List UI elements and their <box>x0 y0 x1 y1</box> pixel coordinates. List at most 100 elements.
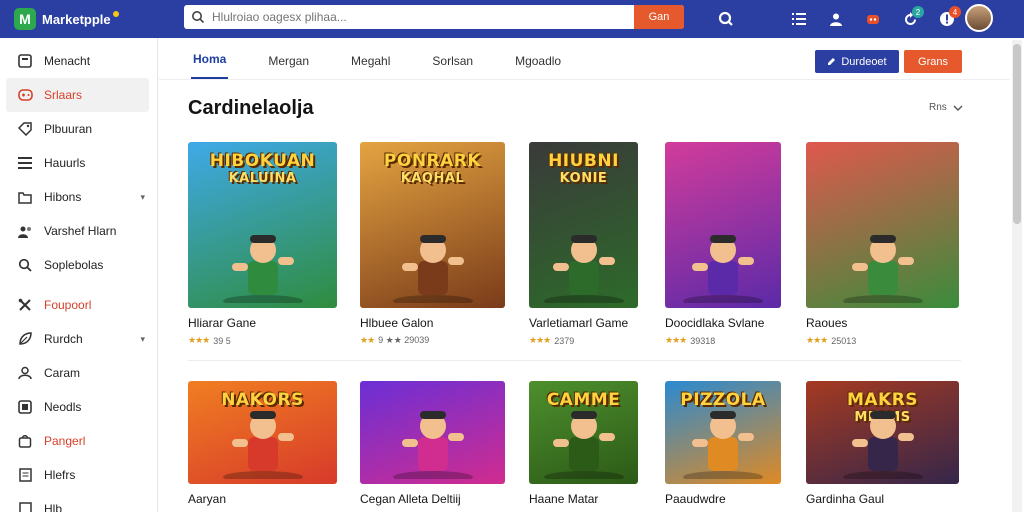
primary-action-button[interactable]: Durdeoet <box>815 50 899 73</box>
sidebar-item[interactable]: Plbuuran <box>0 112 157 146</box>
thumbnail-title-text: HIBOKUAN <box>209 151 316 171</box>
game-thumbnail[interactable]: HIBOKUAN KALUINA <box>188 142 337 308</box>
top-icon-bar: 2 4 <box>712 0 970 38</box>
game-title[interactable]: Varletiamarl Game <box>529 316 638 330</box>
game-card[interactable]: HIBOKUAN KALUINA Hliarar Gane ★★★ 39 5 <box>188 142 337 346</box>
sidebar-item[interactable]: Pangerl <box>0 424 157 458</box>
chevron-down-icon[interactable]: ▾ <box>140 334 145 345</box>
tab[interactable]: Megahl <box>349 54 392 79</box>
scrollbar[interactable] <box>1012 40 1022 512</box>
game-title[interactable]: Gardinha Gaul <box>806 492 959 506</box>
game-card[interactable]: Cegan Alleta Deltiij <box>360 381 505 506</box>
sidebar-item[interactable]: Menacht <box>0 44 157 78</box>
user-icon[interactable] <box>822 5 850 33</box>
game-card[interactable]: HIUBNI KONIE Varletiamarl Game ★★★ 2379 <box>529 142 638 346</box>
sidebar-item-label: Plbuuran <box>44 122 93 136</box>
bell-icon[interactable]: 4 <box>933 5 961 33</box>
chevron-down-icon[interactable]: ▾ <box>140 192 145 203</box>
game-title[interactable]: Cegan Alleta Deltiij <box>360 492 505 506</box>
game-character-art <box>838 223 928 308</box>
game-title[interactable]: Haane Matar <box>529 492 638 506</box>
tab[interactable]: Mgoadlo <box>513 54 563 79</box>
game-card[interactable]: PIZZOLA Paaudwdre <box>665 381 781 506</box>
sort-dropdown[interactable]: Rns <box>929 102 963 113</box>
sidebar-item[interactable]: Foupoorl <box>0 288 157 322</box>
game-thumbnail[interactable] <box>665 142 781 308</box>
edit-icon <box>828 58 836 65</box>
game-title[interactable]: Hliarar Gane <box>188 316 337 330</box>
secondary-action-button[interactable]: Grans <box>904 50 962 73</box>
sidebar-item[interactable]: Srlaars <box>6 78 149 112</box>
game-rating: ★★★ 2379 <box>529 335 638 346</box>
tab[interactable]: Homa <box>191 52 229 79</box>
star-rating-icon: ★★★ <box>529 335 551 345</box>
game-thumbnail[interactable]: CAMME <box>529 381 638 484</box>
sidebar-item-label: Soplebolas <box>44 258 104 272</box>
refresh-icon[interactable]: 2 <box>896 5 924 33</box>
game-thumbnail[interactable]: PIZZOLA <box>665 381 781 484</box>
game-card[interactable]: CAMME Haane Matar <box>529 381 638 506</box>
game-thumbnail[interactable]: HIUBNI KONIE <box>529 142 638 308</box>
thumbnail-subtitle: KALUINA <box>228 171 297 186</box>
sidebar-item-label: Varshef Hlarn <box>44 224 117 238</box>
search-button[interactable]: Gan <box>634 5 684 29</box>
sort-label: Rns <box>929 102 947 113</box>
gamepad-icon[interactable] <box>859 5 887 33</box>
home-icon <box>16 52 34 70</box>
search-bar: Gan <box>184 5 684 29</box>
game-character-art <box>678 223 768 308</box>
sidebar-item[interactable]: Hauurls <box>0 146 157 180</box>
page-icon <box>16 466 34 484</box>
sidebar-item[interactable]: Hlb <box>0 492 157 512</box>
folder-icon <box>16 188 34 206</box>
game-card[interactable]: MAKRSMECMS Gardinha Gaul <box>806 381 959 506</box>
search-icon <box>184 10 212 24</box>
sidebar-item-label: Hlefrs <box>44 468 76 482</box>
tab[interactable]: Sorlsan <box>430 54 475 79</box>
menu-icon[interactable] <box>785 5 813 33</box>
game-thumbnail[interactable]: NAKORS <box>188 381 337 484</box>
game-title[interactable]: Aaryan <box>188 492 337 506</box>
sidebar: Menacht Srlaars Plbuuran Hauurls Hibons ▾ Vars… <box>0 38 158 512</box>
rating-count: 25013 <box>831 335 857 346</box>
game-title[interactable]: Doocidlaka Svlane <box>665 316 781 330</box>
game-character-art <box>388 223 478 308</box>
game-title[interactable]: Paaudwdre <box>665 492 781 506</box>
sidebar-item-label: Menacht <box>44 54 91 68</box>
sidebar-item[interactable]: Hibons ▾ <box>0 180 157 214</box>
star-rating-icon: ★★★ <box>806 335 828 345</box>
sidebar-item-label: Caram <box>44 366 81 380</box>
tab[interactable]: Mergan <box>266 54 311 79</box>
sidebar-item[interactable]: Neodls <box>0 390 157 424</box>
sidebar-item[interactable]: Caram <box>0 356 157 390</box>
notification-badge: 4 <box>949 6 961 18</box>
game-title[interactable]: Hlbuee Galon <box>360 316 505 330</box>
section-title: Cardinelaolja <box>188 97 314 119</box>
doc-icon <box>16 500 34 512</box>
thumbnail-subtitle: KAQHAL <box>400 171 465 186</box>
sidebar-item[interactable]: Soplebolas <box>0 248 157 282</box>
game-thumbnail[interactable] <box>360 381 505 484</box>
game-thumbnail[interactable] <box>806 142 959 308</box>
game-rating: ★★★ 39318 <box>665 335 781 346</box>
game-card[interactable]: PONRARK KAQHAL Hlbuee Galon ★★ 9 ★★ 29039 <box>360 142 505 346</box>
brand[interactable]: M Marketpple <box>14 8 174 30</box>
sidebar-item-label: Srlaars <box>44 88 83 102</box>
avatar[interactable] <box>965 4 993 32</box>
game-character-art <box>539 223 629 308</box>
search-input[interactable] <box>212 6 634 28</box>
game-title[interactable]: Raoues <box>806 316 959 330</box>
search-icon[interactable] <box>712 5 740 33</box>
game-card[interactable]: NAKORS Aaryan <box>188 381 337 506</box>
star-rating-icon: ★★ <box>360 335 375 345</box>
game-card[interactable]: Doocidlaka Svlane ★★★ 39318 <box>665 142 781 346</box>
sidebar-item[interactable]: Hlefrs <box>0 458 157 492</box>
thumbnail-title: PONRARK KAQHAL <box>360 152 505 188</box>
leaf-icon <box>16 330 34 348</box>
game-card[interactable]: Raoues ★★★ 25013 <box>806 142 959 346</box>
sidebar-item[interactable]: Rurdch ▾ <box>0 322 157 356</box>
game-thumbnail[interactable]: PONRARK KAQHAL <box>360 142 505 308</box>
scrollbar-thumb[interactable] <box>1013 44 1021 224</box>
sidebar-item[interactable]: Varshef Hlarn <box>0 214 157 248</box>
game-thumbnail[interactable]: MAKRSMECMS <box>806 381 959 484</box>
